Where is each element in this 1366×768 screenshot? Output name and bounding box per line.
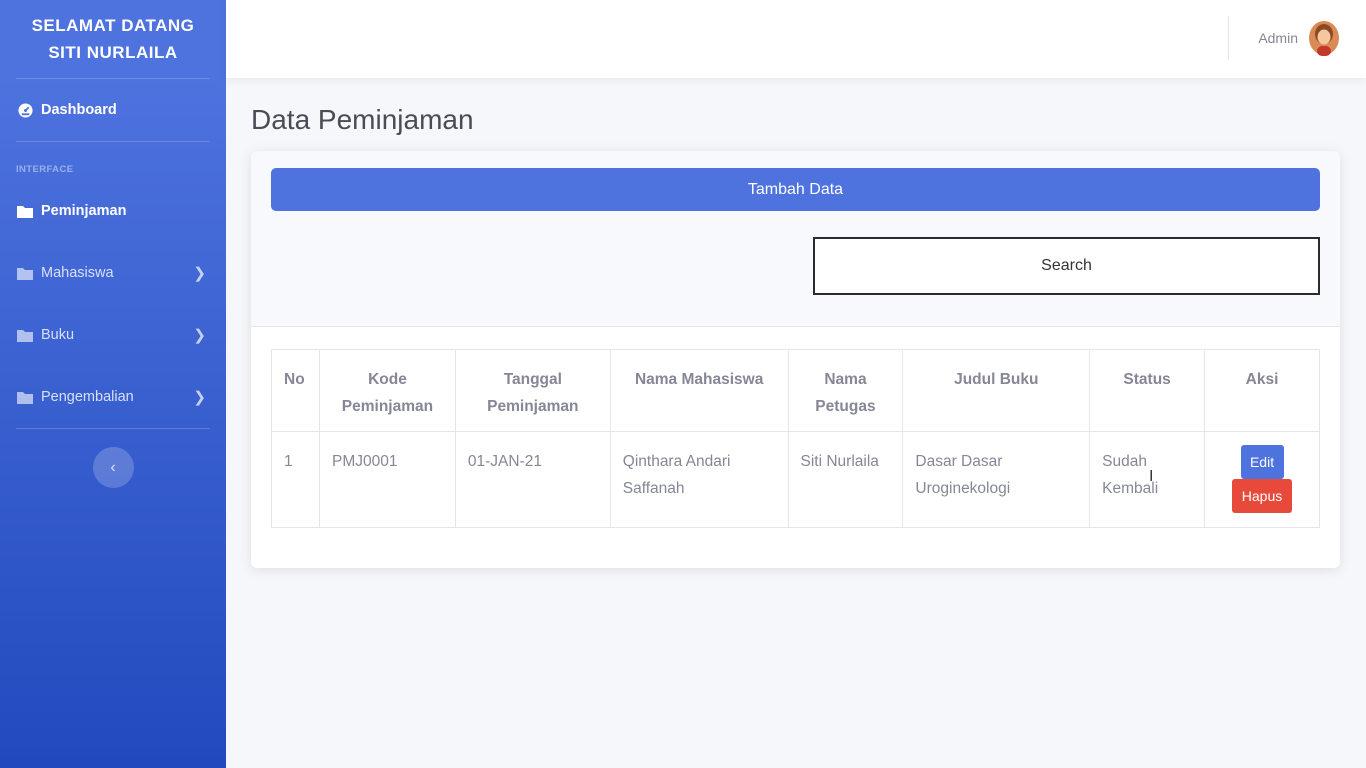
sidebar-item-pengembalian[interactable]: Pengembalian ❯ <box>0 366 226 428</box>
sidebar-toggle-button[interactable]: ‹ <box>92 447 134 488</box>
chevron-right-icon: ❯ <box>193 327 206 344</box>
column-header-nama-petugas: Nama Petugas <box>787 349 904 432</box>
column-header-kode: Kode Peminjaman <box>318 349 456 432</box>
sidebar-item-label: Pengembalian <box>41 389 134 405</box>
column-header-tanggal: Tanggal Peminjaman <box>454 349 611 432</box>
sidebar-item-label: Mahasiswa <box>41 265 114 281</box>
brand-line-1: SELAMAT DATANG <box>31 16 195 35</box>
column-header-nama-mahasiswa: Nama Mahasiswa <box>609 349 789 432</box>
column-header-status: Status <box>1089 349 1206 432</box>
cell-no: 1 <box>271 431 320 528</box>
avatar <box>1308 20 1340 56</box>
delete-button[interactable]: Hapus <box>1232 479 1293 513</box>
card-header: Tambah Data <box>251 151 1340 327</box>
sidebar-item-label: Peminjaman <box>41 203 127 219</box>
chevron-right-icon: ❯ <box>193 265 206 282</box>
search-input[interactable] <box>813 237 1320 295</box>
cell-nama-petugas: Siti Nurlaila <box>787 431 904 528</box>
tachometer-icon <box>16 102 34 118</box>
cell-judul-buku: Dasar Dasar Uroginekologi <box>902 431 1091 528</box>
table-row: 1 PMJ0001 01-JAN-21 Qinthara Andari Saff… <box>271 431 1320 528</box>
cell-status: Sudah Kembali <box>1089 431 1206 528</box>
brand-line-2: SITI NURLAILA <box>48 43 178 62</box>
chevron-right-icon: ❯ <box>193 389 206 406</box>
chevron-left-icon: ‹ <box>110 458 116 476</box>
sidebar-item-label: Buku <box>41 327 75 343</box>
sidebar-brand[interactable]: SELAMAT DATANG SITI NURLAILA <box>0 0 226 78</box>
sidebar-item-label: Dashboard <box>41 102 117 118</box>
page-title: Data Peminjaman <box>251 104 474 135</box>
folder-icon <box>16 204 34 218</box>
column-header-judul-buku: Judul Buku <box>902 349 1091 432</box>
column-header-aksi: Aksi <box>1204 349 1320 432</box>
folder-icon <box>16 266 34 280</box>
sidebar-item-peminjaman[interactable]: Peminjaman <box>0 180 226 242</box>
text-cursor-icon: I <box>1149 468 1154 485</box>
cell-nama-mahasiswa: Qinthara Andari Saffanah <box>609 431 789 528</box>
data-card: Tambah Data No Kode Peminjaman Tanggal P… <box>251 151 1340 568</box>
user-name: Admin <box>1258 30 1298 46</box>
sidebar-item-dashboard[interactable]: Dashboard <box>0 79 226 141</box>
topbar-divider <box>1228 16 1229 60</box>
folder-icon <box>16 390 34 404</box>
sidebar: SELAMAT DATANG SITI NURLAILA Dashboard I… <box>0 0 226 768</box>
table-header-row: No Kode Peminjaman Tanggal Peminjaman Na… <box>271 349 1320 432</box>
cell-aksi: Edit Hapus <box>1204 431 1320 528</box>
column-header-no: No <box>271 349 320 432</box>
folder-icon <box>16 328 34 342</box>
edit-button[interactable]: Edit <box>1240 445 1284 479</box>
sidebar-toggle-wrap: ‹ <box>0 429 226 488</box>
cell-kode: PMJ0001 <box>318 431 456 528</box>
peminjaman-table: No Kode Peminjaman Tanggal Peminjaman Na… <box>271 349 1320 528</box>
topbar: Admin <box>226 0 1366 78</box>
user-dropdown[interactable]: Admin <box>1258 20 1340 56</box>
cell-tanggal: 01-JAN-21 <box>454 431 611 528</box>
sidebar-item-mahasiswa[interactable]: Mahasiswa ❯ <box>0 242 226 304</box>
sidebar-item-buku[interactable]: Buku ❯ <box>0 304 226 366</box>
add-data-button[interactable]: Tambah Data <box>271 168 1320 211</box>
sidebar-heading: INTERFACE <box>16 164 74 175</box>
